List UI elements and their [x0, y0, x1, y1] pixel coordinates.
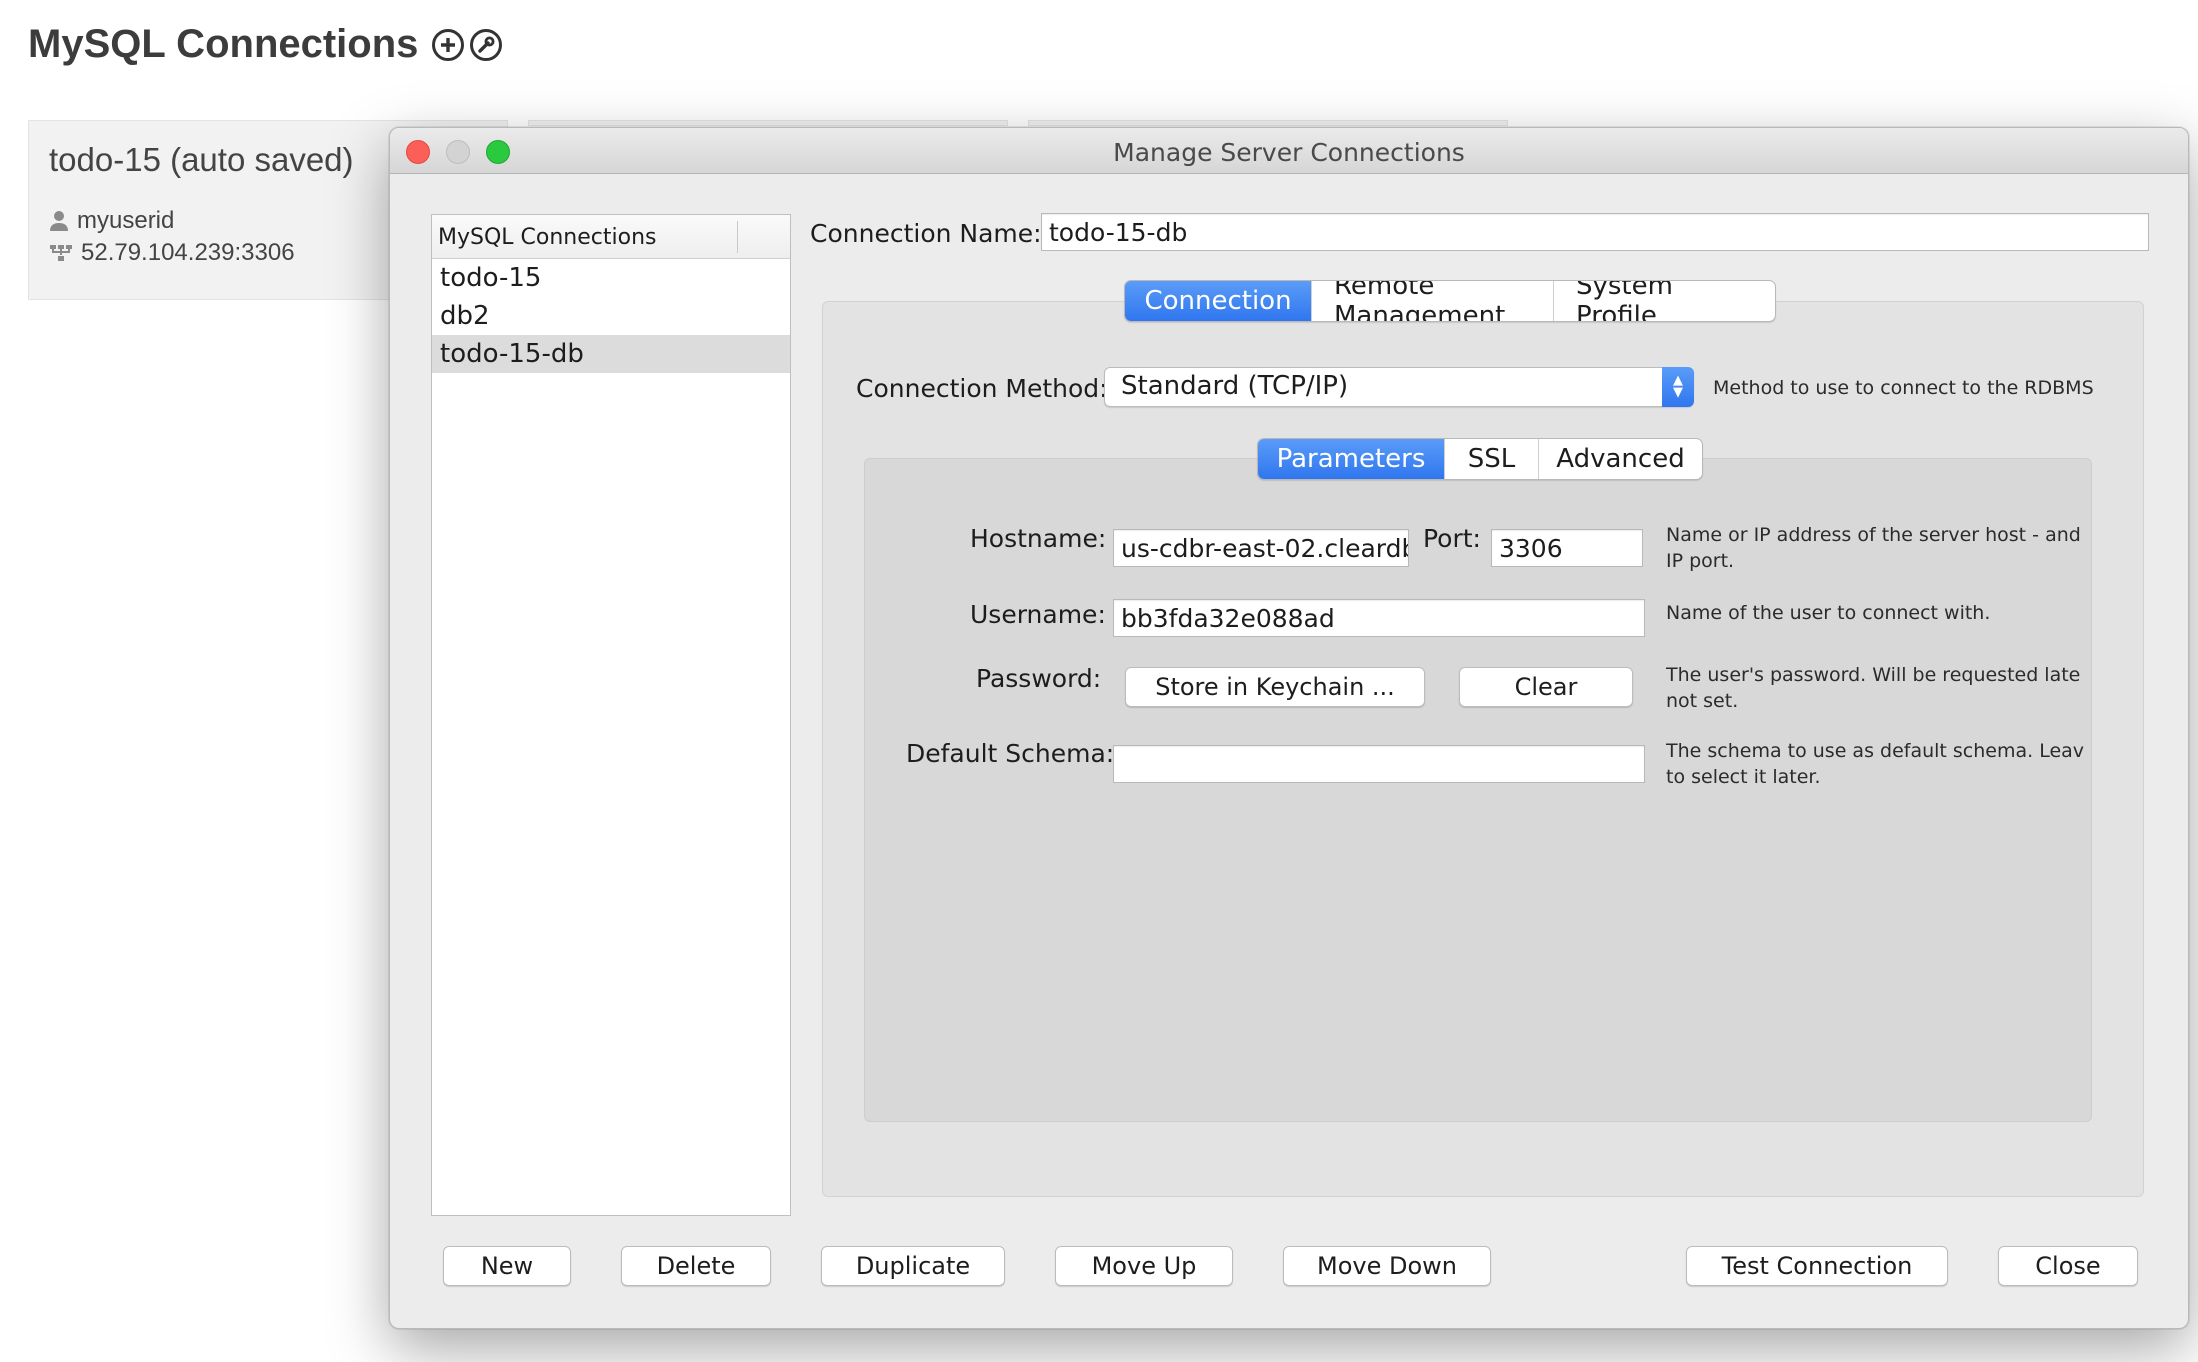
page-title-text: MySQL Connections	[28, 22, 419, 66]
test-connection-button[interactable]: Test Connection	[1686, 1246, 1948, 1286]
manage-connections-dialog: Manage Server Connections MySQL Connecti…	[389, 127, 2189, 1329]
manage-connections-icon[interactable]	[470, 28, 503, 61]
username-label: Username:	[970, 600, 1106, 629]
duplicate-button[interactable]: Duplicate	[821, 1246, 1005, 1286]
tab-remote-management[interactable]: Remote Management	[1311, 281, 1553, 321]
subtab-advanced[interactable]: Advanced	[1538, 439, 1702, 479]
tile-user: myuserid	[77, 207, 175, 234]
password-label: Password:	[976, 664, 1102, 693]
list-item[interactable]: db2	[432, 297, 790, 335]
new-button[interactable]: New	[443, 1246, 571, 1286]
hostname-note-line-2: IP port.	[1666, 550, 1735, 572]
subtab-ssl[interactable]: SSL	[1444, 439, 1538, 479]
password-note-line-2: not set.	[1666, 690, 1739, 712]
hostname-input[interactable]: us-cdbr-east-02.cleardb.	[1113, 529, 1409, 567]
default-schema-label: Default Schema:	[906, 739, 1115, 768]
window-title: Manage Server Connections	[1113, 138, 1465, 167]
store-in-keychain-button[interactable]: Store in Keychain ...	[1125, 667, 1425, 707]
move-up-button[interactable]: Move Up	[1055, 1246, 1233, 1286]
tile-host: 52.79.104.239:3306	[81, 239, 295, 266]
connection-method-value: Standard (TCP/IP)	[1121, 371, 1349, 401]
connection-method-label: Connection Method:	[856, 374, 1108, 403]
connection-tile-3[interactable]	[1028, 120, 1508, 126]
sub-tabs: Parameters SSL Advanced	[1257, 438, 1703, 480]
tile-user-row: myuserid	[49, 207, 174, 235]
connection-name-input[interactable]: todo-15-db	[1041, 213, 2149, 251]
connection-name-label: Connection Name:	[810, 219, 1042, 248]
schema-note-line-1: The schema to use as default schema. Lea…	[1666, 740, 2084, 762]
schema-note-line-2: to select it later.	[1666, 766, 1821, 788]
main-tabs: Connection Remote Management System Prof…	[1124, 280, 1776, 322]
network-icon	[50, 245, 72, 261]
delete-button[interactable]: Delete	[621, 1246, 771, 1286]
username-input[interactable]: bb3fda32e088ad	[1113, 599, 1645, 637]
chevron-updown-icon: ▲ ▼	[1662, 367, 1694, 407]
parameters-panel	[864, 458, 2092, 1122]
titlebar: Manage Server Connections	[390, 128, 2188, 174]
list-header: MySQL Connections	[432, 215, 790, 259]
connection-tile-2[interactable]	[528, 120, 1008, 126]
hostname-label: Hostname:	[970, 524, 1107, 553]
connection-list[interactable]: MySQL Connections todo-15 db2 todo-15-db	[431, 214, 791, 1216]
password-note-line-1: The user's password. Will be requested l…	[1666, 664, 2081, 686]
user-icon	[50, 211, 68, 231]
tile-title: todo-15 (auto saved)	[49, 141, 354, 178]
default-schema-input[interactable]	[1113, 745, 1645, 783]
tab-system-profile[interactable]: System Profile	[1553, 281, 1775, 321]
list-item-selected[interactable]: todo-15-db	[432, 335, 790, 373]
list-header-label: MySQL Connections	[438, 225, 657, 250]
clear-password-button[interactable]: Clear	[1459, 667, 1633, 707]
connection-method-note: Method to use to connect to the RDBMS	[1713, 377, 2094, 399]
port-label: Port:	[1423, 524, 1481, 553]
page-title: MySQL Connections	[28, 22, 503, 67]
add-connection-icon[interactable]	[432, 28, 465, 61]
tab-connection[interactable]: Connection	[1125, 281, 1311, 321]
port-input[interactable]: 3306	[1491, 529, 1643, 567]
list-item[interactable]: todo-15	[432, 259, 790, 297]
tile-host-row: 52.79.104.239:3306	[49, 239, 295, 267]
close-button[interactable]: Close	[1998, 1246, 2138, 1286]
move-down-button[interactable]: Move Down	[1283, 1246, 1491, 1286]
connection-method-select[interactable]: Standard (TCP/IP) ▲ ▼	[1104, 367, 1694, 407]
username-note: Name of the user to connect with.	[1666, 602, 1991, 624]
subtab-parameters[interactable]: Parameters	[1258, 439, 1444, 479]
hostname-note-line-1: Name or IP address of the server host - …	[1666, 524, 2081, 546]
